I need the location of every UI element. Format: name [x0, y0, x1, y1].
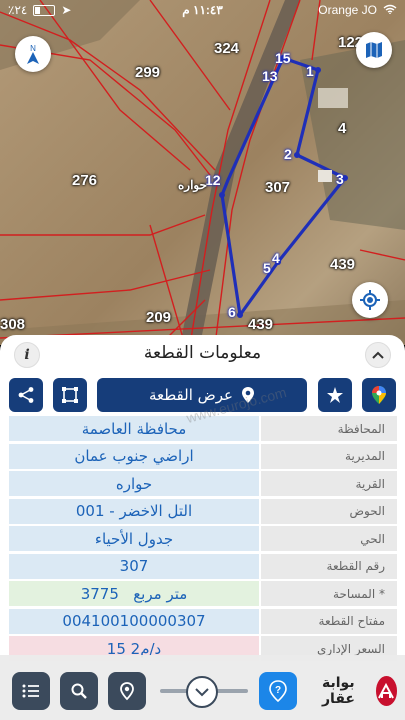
parcel-label: 276 — [72, 172, 98, 189]
place-label: حواره — [178, 178, 208, 192]
svg-text:?: ? — [275, 685, 281, 696]
detail-row: محافظة العاصمة المحافظة — [9, 416, 397, 441]
location-search-button[interactable] — [108, 672, 146, 710]
detail-row: 307 رقم القطعة — [9, 553, 397, 579]
vertex-label: 12 — [205, 172, 221, 188]
parcel-label: 209 — [146, 309, 172, 326]
help-pin-icon: ? — [269, 680, 287, 702]
square-select-icon — [62, 387, 78, 403]
clock: ١١:٤٣ م — [182, 3, 223, 17]
chevron-down-icon — [195, 687, 209, 696]
logo-text: بوابة عقار — [322, 675, 355, 707]
parcel-label: 439 — [330, 256, 356, 273]
detail-row: جدول الأحياء الحي — [9, 526, 397, 551]
compass-icon: N — [27, 44, 39, 64]
detail-row: حواره القرية — [9, 471, 397, 496]
info-icon: i — [24, 347, 30, 363]
battery-percent: ٪٢٤ — [8, 3, 28, 17]
search-button[interactable] — [60, 672, 98, 710]
my-location-button[interactable] — [352, 282, 388, 318]
detail-value: حواره — [9, 471, 259, 496]
map-layers-button[interactable] — [356, 32, 392, 68]
chevron-up-icon — [372, 351, 384, 359]
detail-row: اراضي جنوب عمان المديرية — [9, 443, 397, 469]
parcel-label: 307 — [265, 179, 291, 196]
crosshair-icon — [360, 290, 380, 310]
north-arrow-button[interactable]: N — [15, 36, 51, 72]
detail-label: المحافظة — [261, 416, 397, 441]
vertex-label: 3 — [336, 171, 344, 187]
collapse-button[interactable] — [365, 342, 391, 368]
status-bar: ٪٢٤ ➤ ١١:٤٣ م Orange JO — [0, 0, 405, 20]
list-button[interactable] — [12, 672, 50, 710]
satellite-map[interactable]: 324 122 299 276 307 4 439 308 209 439 15… — [0, 0, 405, 345]
wifi-icon — [383, 3, 397, 17]
parcel-label: 324 — [214, 40, 240, 57]
google-maps-icon — [372, 386, 386, 404]
detail-label: مفتاح القطعة — [261, 608, 397, 634]
info-button[interactable]: i — [14, 342, 40, 368]
detail-label: القرية — [261, 471, 397, 496]
parcel-label: 299 — [135, 64, 161, 81]
list-icon — [22, 684, 39, 698]
panel-toggle-knob[interactable] — [186, 676, 218, 708]
logo-mark-icon — [375, 676, 397, 706]
vertex-label: 5 — [263, 260, 271, 276]
vertex-label: 6 — [228, 304, 236, 320]
detail-label: رقم القطعة — [261, 553, 397, 579]
vertex-label: 2 — [284, 146, 292, 162]
detail-row: 004100100000307 مفتاح القطعة — [9, 608, 397, 634]
location-pin-icon — [120, 682, 134, 701]
vertex-label: 1 — [306, 63, 314, 79]
show-parcel-button[interactable]: عرض القطعة — [97, 378, 307, 412]
detail-value: 3775 متر مربع — [9, 581, 259, 606]
share-button[interactable] — [9, 378, 43, 412]
favorite-button[interactable] — [318, 378, 352, 412]
app-logo: بوابة عقار — [322, 675, 397, 707]
select-area-button[interactable] — [53, 378, 87, 412]
detail-value: جدول الأحياء — [9, 526, 259, 551]
svg-text:N: N — [30, 44, 36, 53]
parcel-label: 308 — [0, 316, 26, 333]
parcel-label: 439 — [248, 316, 274, 333]
search-icon — [71, 683, 87, 699]
vertex-label: 15 — [275, 50, 291, 66]
help-button[interactable]: ? — [259, 672, 297, 710]
detail-row: 3775 متر مربع المساحة * — [9, 581, 397, 606]
detail-value: اراضي جنوب عمان — [9, 443, 259, 469]
detail-label: الحي — [261, 526, 397, 551]
detail-value: التل الاخضر - 001 — [9, 498, 259, 524]
parcel-label: 4 — [338, 120, 347, 137]
vertex-label: 13 — [262, 68, 278, 84]
detail-value: محافظة العاصمة — [9, 416, 259, 441]
detail-label: المساحة * — [261, 581, 397, 606]
show-parcel-label: عرض القطعة — [148, 386, 234, 404]
parcel-details-table: محافظة العاصمة المحافظة اراضي جنوب عمان … — [9, 416, 397, 664]
detail-label: المديرية — [261, 443, 397, 469]
detail-label: الحوض — [261, 498, 397, 524]
share-icon — [18, 387, 34, 403]
detail-value: 004100100000307 — [9, 608, 259, 634]
vertex-label: 4 — [272, 250, 280, 266]
google-maps-button[interactable] — [362, 378, 396, 412]
map-overlay — [0, 0, 405, 345]
detail-row: التل الاخضر - 001 الحوض — [9, 498, 397, 524]
star-pin-icon — [327, 387, 343, 403]
battery-icon — [33, 4, 56, 16]
map-pin-icon — [242, 387, 255, 403]
detail-value: 307 — [9, 553, 259, 579]
panel-title: معلومات القطعة — [143, 343, 262, 363]
map-icon — [366, 42, 382, 58]
location-arrow-icon: ➤ — [61, 3, 72, 17]
carrier-name: Orange JO — [318, 3, 377, 17]
